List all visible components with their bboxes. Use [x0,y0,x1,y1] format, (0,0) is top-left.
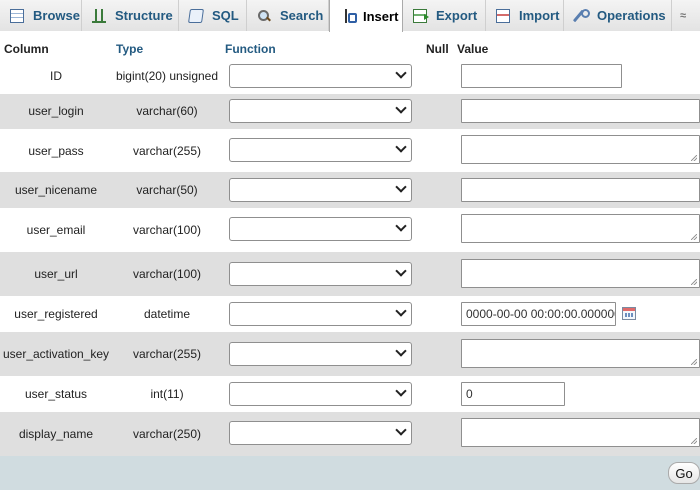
tab-label: Operations [597,8,666,23]
table-row: user_email varchar(100) [0,208,700,252]
chevron-down-icon [395,141,407,153]
function-select[interactable] [229,138,412,162]
column-type: varchar(250) [132,427,202,441]
tab-label: Insert [363,8,399,24]
column-type: datetime [143,307,191,321]
function-select[interactable] [229,421,412,445]
column-type: varchar(60) [136,104,198,118]
column-type: varchar(255) [132,144,202,158]
tab-label: Export [436,8,478,23]
table-row: user_status int(11) 0 [0,376,700,412]
operations-icon [574,8,590,23]
type-header[interactable]: Type [116,42,143,56]
form-footer [0,456,700,490]
chevron-down-icon [395,305,407,317]
tab-operations[interactable]: Operations [564,0,672,31]
datetime-input[interactable]: 0000-00-00 00:00:00.000000 [461,302,616,326]
function-header[interactable]: Function [225,42,276,56]
insert-icon [340,9,357,23]
column-name: user_email [26,223,86,237]
import-icon [496,8,510,23]
chevron-down-icon [395,265,407,277]
go-button[interactable]: Go [668,462,700,484]
function-select[interactable] [229,99,412,123]
chevron-down-icon [395,181,407,193]
null-header: Null [426,42,449,56]
function-select[interactable] [229,217,412,241]
function-select[interactable] [229,262,412,286]
tab-export[interactable]: Export [403,0,486,31]
column-type: varchar(100) [132,223,202,237]
tab-more[interactable]: ≈ [672,0,700,31]
tab-insert[interactable]: Insert [329,0,403,32]
value-textarea[interactable] [461,259,700,288]
function-select[interactable] [229,342,412,366]
column-name: display_name [18,427,94,441]
tab-browse[interactable]: Browse [0,0,82,31]
column-type: varchar(100) [132,267,202,281]
tab-label: SQL [212,8,239,23]
more-icon: ≈ [680,9,687,22]
tab-label: Import [519,8,560,23]
value-input[interactable] [461,64,622,88]
tab-structure[interactable]: Structure [82,0,179,31]
column-name: user_status [24,387,88,401]
search-icon [257,9,271,23]
column-name: ID [50,69,62,83]
value-input[interactable] [461,178,700,202]
chevron-down-icon [395,67,407,79]
column-name: user_url [34,267,78,281]
tab-bar: Browse Structure SQL Search Insert Expor… [0,0,700,32]
table-row: user_pass varchar(255) [0,129,700,172]
table-row: user_nicename varchar(50) [0,172,700,208]
chevron-down-icon [395,220,407,232]
value-header: Value [457,42,489,56]
chevron-down-icon [395,102,407,114]
table-row: user_login varchar(60) [0,94,700,129]
chevron-down-icon [395,345,407,357]
value-textarea[interactable] [461,135,700,164]
tab-import[interactable]: Import [486,0,564,31]
value-textarea[interactable] [461,339,700,368]
column-type: bigint(20) unsigned [115,69,219,83]
value-input[interactable] [461,99,700,123]
structure-icon [92,8,106,23]
column-type: varchar(255) [132,347,202,361]
table-row: display_name varchar(250) [0,412,700,456]
sql-icon [188,8,204,23]
function-select[interactable] [229,64,412,88]
browse-icon [10,8,24,23]
tab-label: Browse [33,8,80,23]
column-type: int(11) [150,387,184,401]
chevron-down-icon [395,424,407,436]
tab-sql[interactable]: SQL [179,0,247,31]
table-row: user_url varchar(100) [0,252,700,296]
table-row: ID bigint(20) unsigned [0,58,700,94]
value-textarea[interactable] [461,214,700,243]
column-name: user_activation_key [2,347,110,361]
column-name: user_pass [28,144,84,158]
table-header: Column Type Function Null Value [0,41,700,57]
tab-label: Search [280,8,324,23]
function-select[interactable] [229,302,412,326]
table-row: user_registered datetime 0000-00-00 00:0… [0,296,700,332]
tab-label: Structure [115,8,173,23]
column-type: varchar(50) [136,183,198,197]
function-select[interactable] [229,178,412,202]
export-icon [413,8,429,23]
value-input[interactable]: 0 [461,382,565,406]
column-name: user_login [28,104,84,118]
calendar-icon[interactable] [622,307,636,320]
column-name: user_nicename [14,183,98,197]
table-row: user_activation_key varchar(255) [0,332,700,376]
chevron-down-icon [395,385,407,397]
function-select[interactable] [229,382,412,406]
value-textarea[interactable] [461,418,700,447]
tab-search[interactable]: Search [247,0,329,31]
column-header: Column [4,42,49,56]
column-name: user_registered [14,307,98,321]
